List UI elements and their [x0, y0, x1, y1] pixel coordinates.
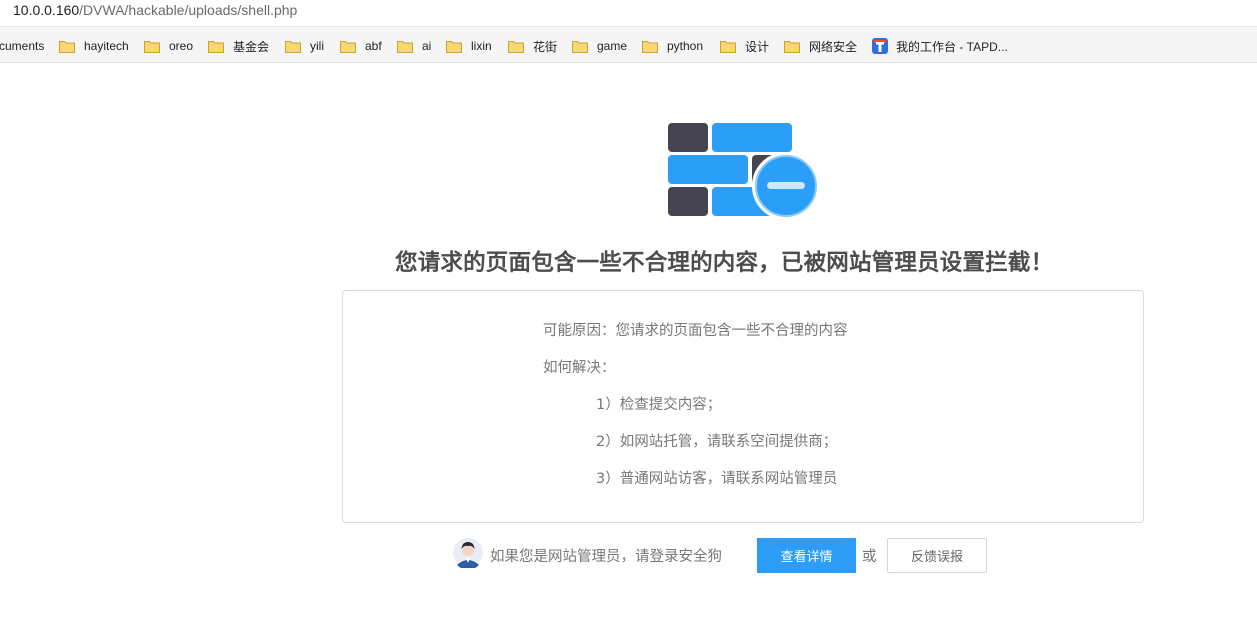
- folder-icon: [784, 40, 800, 53]
- folder-icon: [59, 40, 75, 53]
- bookmark-network-security[interactable]: 网络安全: [784, 36, 857, 56]
- firewall-block-icon: [668, 123, 820, 220]
- bookmark-label: cuments: [0, 39, 45, 53]
- solution-step: 3）普通网站访客，请联系网站管理员: [596, 471, 838, 487]
- folder-icon: [144, 40, 160, 53]
- bookmark-label: yili: [310, 39, 324, 53]
- url-text[interactable]: 10.0.0.160/DVWA/hackable/uploads/shell.p…: [13, 2, 297, 18]
- folder-icon: [572, 40, 588, 53]
- bookmark-label: 网络安全: [809, 39, 858, 54]
- url-host: 10.0.0.160: [13, 2, 80, 18]
- or-text: 或: [862, 549, 877, 565]
- bookmark-lixin[interactable]: lixin: [446, 36, 492, 56]
- bookmark-documents[interactable]: cuments: [0, 36, 44, 56]
- report-false-positive-button[interactable]: 反馈误报: [887, 538, 987, 573]
- folder-icon: [285, 40, 301, 53]
- bookmark-label: 基金会: [233, 39, 270, 54]
- folder-icon: [642, 40, 658, 53]
- bookmark-label: 花街: [533, 39, 558, 54]
- bookmark-huajie[interactable]: 花街: [508, 36, 557, 56]
- solution-step: 1）检查提交内容；: [596, 397, 722, 413]
- admin-avatar-icon: [453, 538, 483, 568]
- bookmark-abf[interactable]: abf: [340, 36, 382, 56]
- folder-icon: [397, 40, 413, 53]
- page-title: 您请求的页面包含一些不合理的内容，已被网站管理员设置拦截！: [395, 250, 1054, 276]
- bookmarks-bar: cuments hayitech oreo 基金会 yili abf ai li…: [0, 26, 1257, 63]
- bookmark-game[interactable]: game: [572, 36, 627, 56]
- how-to-solve-label: 如何解决：: [543, 360, 616, 376]
- address-bar[interactable]: 10.0.0.160/DVWA/hackable/uploads/shell.p…: [0, 0, 1257, 26]
- folder-icon: [720, 40, 736, 53]
- reason-panel: 可能原因：您请求的页面包含一些不合理的内容 如何解决： 1）检查提交内容； 2）…: [342, 290, 1144, 523]
- bookmark-tapd[interactable]: 我的工作台 - TAPD...: [872, 36, 1008, 56]
- bookmark-python[interactable]: python: [642, 36, 703, 56]
- folder-icon: [208, 40, 224, 53]
- bookmark-yili[interactable]: yili: [285, 36, 324, 56]
- folder-icon: [508, 40, 524, 53]
- bookmark-hayitech[interactable]: hayitech: [59, 36, 129, 56]
- tapd-icon: [872, 38, 888, 54]
- view-details-button[interactable]: 查看详情: [757, 538, 856, 573]
- solution-step: 2）如网站托管，请联系空间提供商；: [596, 434, 838, 450]
- bookmark-ai[interactable]: ai: [397, 36, 431, 56]
- bookmark-label: ai: [422, 39, 432, 53]
- reason-text: 可能原因：您请求的页面包含一些不合理的内容: [543, 323, 848, 339]
- bookmark-oreo[interactable]: oreo: [144, 36, 193, 56]
- bookmark-label: python: [667, 39, 704, 53]
- bookmark-jijinhui[interactable]: 基金会: [208, 36, 269, 56]
- bookmark-label: 设计: [745, 39, 770, 54]
- bookmark-label: oreo: [169, 39, 194, 53]
- bookmark-label: lixin: [471, 39, 492, 53]
- folder-icon: [340, 40, 356, 53]
- bookmark-label: abf: [365, 39, 382, 53]
- bookmark-label: game: [597, 39, 628, 53]
- url-path: /DVWA/hackable/uploads/shell.php: [79, 2, 298, 18]
- bookmark-label: 我的工作台 - TAPD...: [896, 39, 1008, 54]
- bookmark-label: hayitech: [84, 39, 129, 53]
- admin-login-hint: 如果您是网站管理员，请登录安全狗: [490, 549, 722, 565]
- bookmark-sheji[interactable]: 设计: [720, 36, 769, 56]
- folder-icon: [446, 40, 462, 53]
